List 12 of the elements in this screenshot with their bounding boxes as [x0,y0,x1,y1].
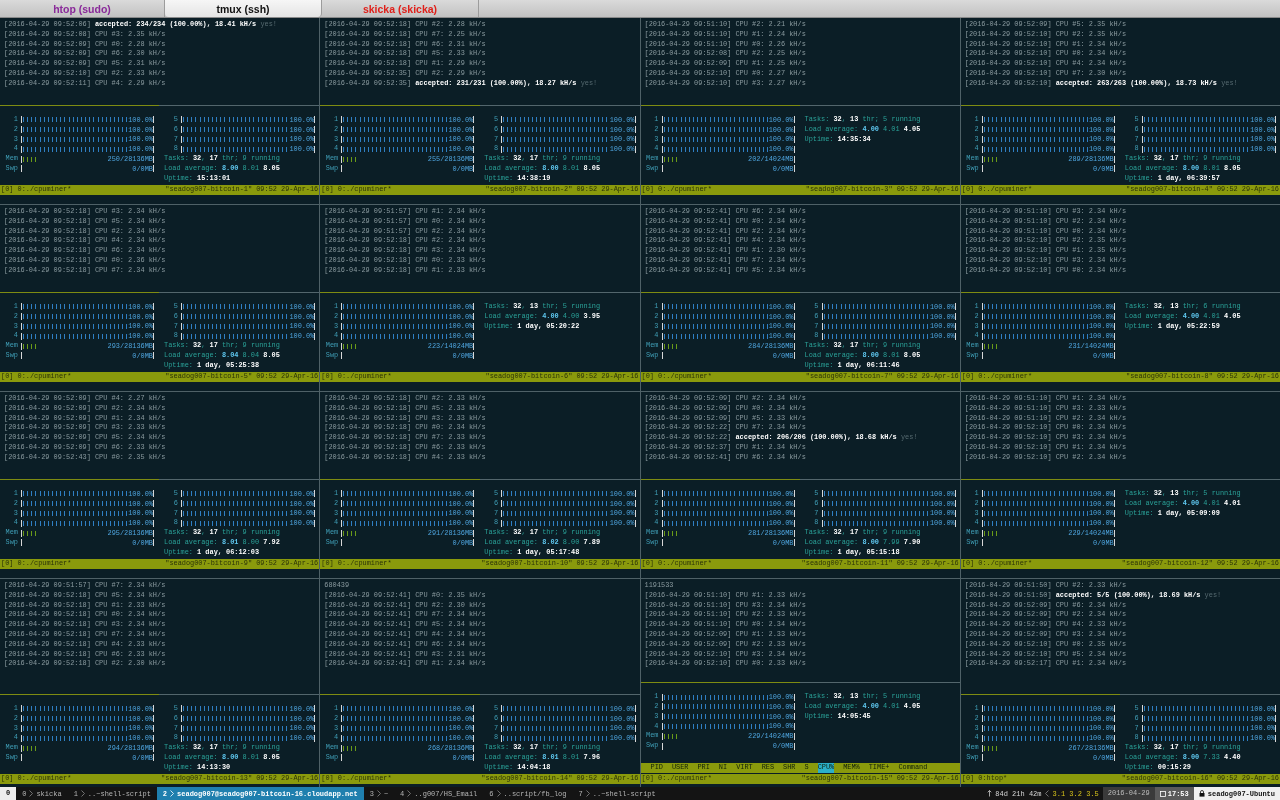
chevron-icon [29,790,34,797]
chevron-icon [376,790,381,797]
chevron-icon [170,790,175,797]
chevron-icon [1044,790,1049,797]
lock-icon [1198,790,1205,797]
chevron-icon [407,790,412,797]
tab[interactable]: tmux (ssh) [165,0,322,17]
tab[interactable]: skicka (skicka) [322,0,479,17]
chevron-icon [585,790,590,797]
arrow-up-icon [987,790,993,797]
chevron-icon [496,790,501,797]
chevron-icon [80,790,85,797]
